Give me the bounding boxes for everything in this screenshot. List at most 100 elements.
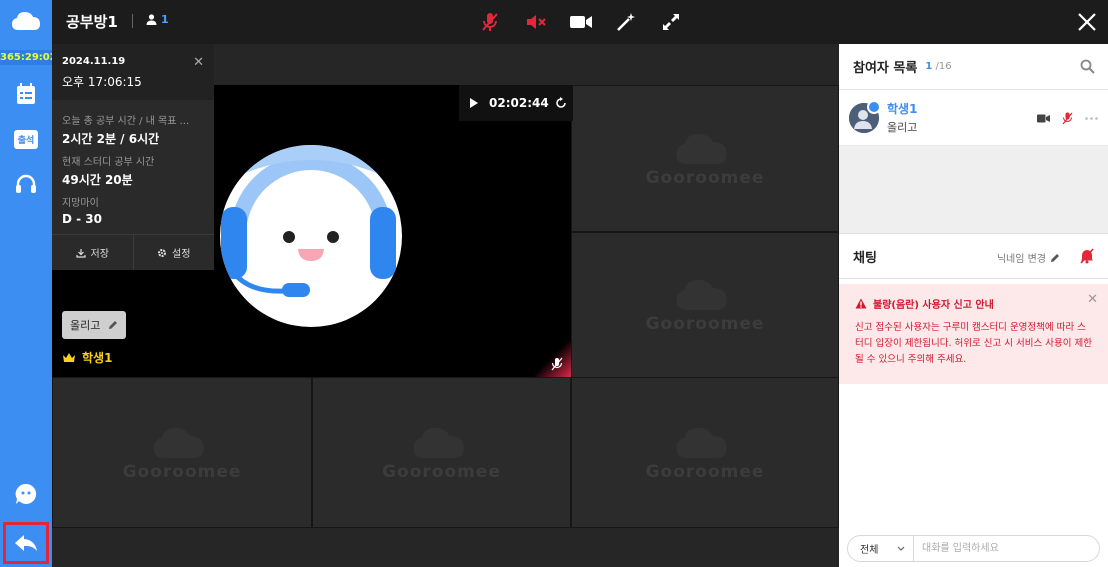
top-bar: 공부방1 1 bbox=[52, 0, 1108, 44]
empty-video-tile: Gooroomee bbox=[571, 85, 839, 232]
chatbot-button[interactable] bbox=[0, 479, 52, 509]
dday-label: 지망마이 bbox=[62, 198, 99, 209]
cloud-watermark-icon bbox=[676, 280, 727, 310]
participants-current: 1 bbox=[925, 61, 933, 72]
study-timer-value: 02:02:44 bbox=[489, 96, 549, 110]
info-panel-header: 2024.11.19 오후 17:06:15 ✕ bbox=[52, 44, 214, 100]
pencil-icon bbox=[1051, 253, 1059, 262]
participants-title: 참여자 목록 bbox=[853, 61, 918, 76]
chat-input-bar: 전체 bbox=[847, 535, 1100, 562]
attendance-label: 출석 bbox=[13, 129, 39, 149]
close-icon[interactable] bbox=[1076, 11, 1098, 33]
video-camera-icon[interactable] bbox=[1037, 114, 1050, 123]
nickname-change-label: 닉네임 변경 bbox=[996, 254, 1046, 265]
empty-video-tile: Gooroomee bbox=[571, 377, 839, 528]
participant-name: 학생1 bbox=[887, 102, 918, 116]
empty-video-tile: Gooroomee bbox=[52, 377, 312, 528]
mic-muted-icon bbox=[551, 357, 563, 371]
chat-message-input[interactable] bbox=[914, 536, 1099, 561]
chevron-down-icon bbox=[897, 546, 905, 551]
settings-button[interactable]: 설정 bbox=[132, 235, 215, 270]
chat-target-select[interactable]: 전체 bbox=[848, 536, 914, 561]
pencil-icon bbox=[109, 321, 118, 329]
goal-label: 오늘 총 공부 시간 / 내 목표 ... bbox=[62, 116, 190, 127]
participants-header: 참여자 목록 1 /16 bbox=[839, 44, 1108, 90]
participants-max: /16 bbox=[935, 61, 952, 72]
cloud-logo-icon[interactable] bbox=[11, 10, 41, 32]
cloud-watermark-icon bbox=[413, 427, 464, 458]
app-root: 365:29:02 출석 공부방1 1 Gooroomee Gooroomee … bbox=[0, 0, 1108, 567]
current-date: 2024.11.19 bbox=[62, 56, 126, 67]
watermark-text: Gooroomee bbox=[382, 461, 501, 482]
status-chip[interactable]: 올리고 bbox=[62, 311, 127, 339]
magic-wand-icon bbox=[617, 13, 635, 31]
empty-video-tile: Gooroomee bbox=[571, 232, 839, 378]
chat-header: 채팅 닉네임 변경 bbox=[839, 233, 1108, 279]
watermark-text: Gooroomee bbox=[645, 314, 765, 334]
goal-value: 2시간 2분 / 6시간 bbox=[62, 132, 160, 146]
participant-row[interactable]: 학생1 올리고 bbox=[839, 90, 1108, 146]
speaker-toggle-button[interactable] bbox=[524, 10, 548, 34]
info-panel-footer: 저장 설정 bbox=[52, 234, 214, 270]
room-title: 공부방1 bbox=[66, 13, 118, 31]
cloud-watermark-icon bbox=[676, 427, 727, 458]
chat-title: 채팅 bbox=[853, 250, 877, 266]
nickname-change-button[interactable]: 닉네임 변경 bbox=[997, 250, 1060, 265]
save-label: 저장 bbox=[90, 249, 109, 260]
calendar-icon bbox=[17, 83, 35, 104]
participants-empty-area bbox=[839, 146, 1108, 233]
current-study-label: 현재 스터디 공부 시간 bbox=[62, 157, 155, 168]
download-icon bbox=[75, 248, 86, 258]
effects-button[interactable] bbox=[614, 10, 638, 34]
audio-button[interactable] bbox=[0, 169, 52, 199]
user-count: 1 bbox=[146, 13, 169, 26]
mic-muted-icon bbox=[482, 13, 498, 31]
play-icon[interactable] bbox=[469, 97, 479, 109]
status-chip-text: 올리고 bbox=[70, 319, 101, 332]
camera-toggle-button[interactable] bbox=[569, 10, 593, 34]
right-panel: 참여자 목록 1 /16 학생1 올리고 채팅 닉네임 변경 불량(음란) 사용… bbox=[839, 44, 1108, 567]
timer-reset-button[interactable] bbox=[549, 85, 573, 121]
cloud-watermark-icon bbox=[153, 427, 204, 458]
study-info-panel: 2024.11.19 오후 17:06:15 ✕ 오늘 총 공부 시간 / 내 … bbox=[52, 44, 214, 270]
mic-muted-icon[interactable] bbox=[1062, 112, 1073, 125]
mic-toggle-button[interactable] bbox=[478, 10, 502, 34]
person-icon bbox=[146, 14, 157, 25]
cloud-watermark-icon bbox=[676, 133, 727, 164]
video-user-name: 학생1 bbox=[82, 351, 113, 365]
info-panel-body: 오늘 총 공부 시간 / 내 목표 ... 2시간 2분 / 6시간 현재 스터… bbox=[52, 100, 214, 234]
host-badge-icon bbox=[867, 99, 881, 114]
left-sidebar: 365:29:02 출석 bbox=[0, 0, 57, 567]
chat-bubble-icon bbox=[15, 483, 37, 504]
expand-icon bbox=[663, 14, 679, 30]
gear-icon bbox=[158, 248, 167, 257]
attendance-button[interactable]: 출석 bbox=[0, 124, 52, 154]
title-divider bbox=[132, 14, 133, 28]
schedule-button[interactable] bbox=[0, 79, 52, 109]
participant-controls bbox=[1037, 112, 1098, 125]
notification-muted-icon[interactable] bbox=[1079, 248, 1095, 264]
video-user-label: 학생1 bbox=[62, 349, 112, 366]
notice-text: 신고 접수된 사용자는 구루미 캠스터디 운영정책에 따라 스터디 입장이 제한… bbox=[855, 322, 1092, 365]
notice-close-icon[interactable]: ✕ bbox=[1087, 292, 1098, 307]
fullscreen-button[interactable] bbox=[659, 10, 683, 34]
search-icon[interactable] bbox=[1080, 59, 1095, 74]
speaker-muted-icon bbox=[527, 15, 546, 29]
save-button[interactable]: 저장 bbox=[52, 235, 133, 270]
user-count-value: 1 bbox=[161, 13, 169, 26]
refresh-icon bbox=[556, 97, 566, 108]
crown-icon bbox=[63, 353, 75, 362]
participant-avatar bbox=[849, 99, 881, 133]
info-close-icon[interactable]: ✕ bbox=[193, 55, 204, 70]
settings-label: 설정 bbox=[172, 249, 191, 260]
watermark-text: Gooroomee bbox=[645, 167, 765, 188]
warning-icon bbox=[855, 298, 867, 309]
current-study-value: 49시간 20분 bbox=[62, 173, 133, 187]
total-study-timer: 365:29:02 bbox=[0, 50, 57, 65]
exit-room-button[interactable] bbox=[3, 522, 49, 564]
participant-status: 올리고 bbox=[887, 121, 918, 134]
more-icon[interactable] bbox=[1085, 117, 1098, 120]
report-notice: 불량(음란) 사용자 신고 안내 신고 접수된 사용자는 구루미 캠스터디 운영… bbox=[839, 284, 1108, 384]
watermark-text: Gooroomee bbox=[122, 461, 242, 482]
headphones-icon bbox=[16, 174, 36, 193]
